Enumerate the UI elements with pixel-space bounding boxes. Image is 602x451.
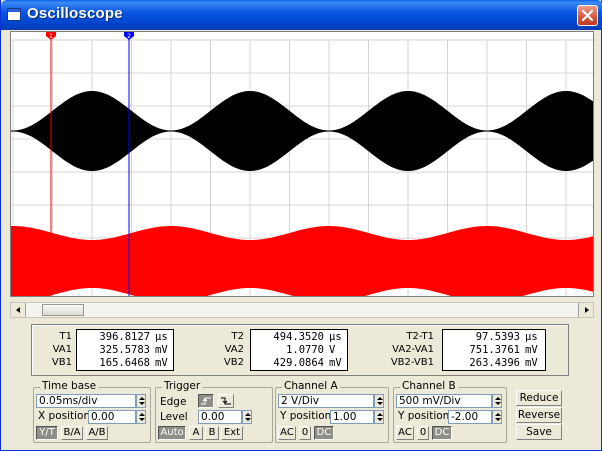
x-position-input[interactable]: 0.00 <box>88 410 136 424</box>
cursor-1-handle[interactable]: 1 <box>46 32 56 40</box>
scroll-left-button[interactable] <box>11 303 26 317</box>
t2-t1-label: T2-T1 <box>406 331 434 342</box>
vb2-unit: mV <box>329 357 342 369</box>
va2-va1-label: VA2-VA1 <box>392 344 434 355</box>
t2-t1-unit: µs <box>525 331 538 343</box>
channel-b-ypos-input[interactable]: -2.00 <box>448 410 492 424</box>
cursor-2-handle[interactable]: 2 <box>124 32 134 40</box>
level-input[interactable]: 0.00 <box>198 410 242 424</box>
rising-edge-icon <box>201 397 211 405</box>
reduce-button[interactable]: Reduce <box>516 390 562 406</box>
t2-t1-value: 97.5393 <box>475 331 520 343</box>
trigger-a-button[interactable]: A <box>189 426 203 440</box>
channel-b-dc-button[interactable]: DC <box>432 426 452 440</box>
time-scrollbar[interactable] <box>10 302 594 318</box>
scope-display[interactable]: 1 2 <box>10 31 594 297</box>
channel-a-dc-button[interactable]: DC <box>314 426 334 440</box>
channel-a-ac-button[interactable]: AC <box>278 426 296 440</box>
falling-edge-button[interactable] <box>218 394 234 408</box>
t1-unit: µs <box>155 331 168 343</box>
t2-value: 494.3520 <box>273 331 324 343</box>
ba-mode-button[interactable]: B/A <box>61 426 83 440</box>
trigger-b-button[interactable]: B <box>205 426 219 440</box>
level-label: Level <box>160 411 188 423</box>
channel-b-scale-input[interactable]: 500 mV/Div <box>396 394 492 408</box>
readout-box-3: 97.5393 µs 751.3761 mV 263.4396 mV <box>442 329 546 371</box>
timebase-title: Time base <box>40 380 99 392</box>
reverse-button[interactable]: Reverse <box>516 407 562 423</box>
channel-a-group: Channel A 2 V/Div Y position 1.00 AC 0 D… <box>275 380 389 443</box>
channel-a-title: Channel A <box>282 380 340 392</box>
window-title: Oscilloscope <box>27 5 123 22</box>
channel-b-scale-spinner[interactable] <box>492 394 502 408</box>
readout-box-2: 494.3520 µs 1.0770 V 429.0864 mV <box>250 329 348 371</box>
save-button[interactable]: Save <box>516 424 562 440</box>
va2-va1-unit: mV <box>525 344 538 356</box>
trigger-ext-button[interactable]: Ext <box>221 426 243 440</box>
vb2-label: VB2 <box>223 357 244 368</box>
x-position-label: X position <box>38 410 91 422</box>
timebase-input[interactable]: 0.05ms/div <box>36 394 136 408</box>
trigger-auto-button[interactable]: Auto <box>158 426 186 440</box>
t2-unit: µs <box>329 331 342 343</box>
cursor-2-label: 2 <box>127 33 131 40</box>
va1-value: 325.5783 <box>99 344 150 356</box>
va1-label: VA1 <box>52 344 72 355</box>
channel-a-ypos-spinner[interactable] <box>374 410 384 424</box>
rising-edge-button[interactable] <box>198 394 214 408</box>
falling-edge-icon <box>221 397 231 405</box>
t2-label: T2 <box>231 331 244 342</box>
va2-unit: V <box>329 344 336 356</box>
scroll-right-button[interactable] <box>578 303 593 317</box>
channel-b-ypos-label: Y position <box>398 410 450 422</box>
close-icon <box>582 10 593 21</box>
window-icon <box>7 8 21 21</box>
vb2-vb1-value: 263.4396 <box>469 357 520 369</box>
vb1-label: VB1 <box>51 357 72 368</box>
timebase-spinner[interactable] <box>136 394 146 408</box>
vb2-value: 429.0864 <box>273 357 324 369</box>
level-spinner[interactable] <box>242 410 252 424</box>
vb2-vb1-unit: mV <box>525 357 538 369</box>
timebase-group: Time base 0.05ms/div X position 0.00 Y/T… <box>33 380 151 443</box>
channel-a-zero-button[interactable]: 0 <box>299 426 311 440</box>
channel-a-ypos-input[interactable]: 1.00 <box>330 410 374 424</box>
channel-b-group: Channel B 500 mV/Div Y position -2.00 AC… <box>393 380 507 443</box>
va1-unit: mV <box>155 344 168 356</box>
scrollbar-thumb[interactable] <box>42 304 84 316</box>
vb1-unit: mV <box>155 357 168 369</box>
trigger-title: Trigger <box>162 380 203 392</box>
vb1-value: 165.6468 <box>99 357 150 369</box>
arrow-right-icon <box>585 307 589 313</box>
channel-b-ypos-spinner[interactable] <box>492 410 502 424</box>
oscilloscope-window: Oscilloscope 1 2 T1 VA1 VB1 396.8127 µs … <box>0 0 602 451</box>
cursor-1-label: 1 <box>49 33 53 40</box>
measurement-readout: T1 VA1 VB1 396.8127 µs 325.5783 mV 165.646… <box>31 324 569 376</box>
channel-b-ac-button[interactable]: AC <box>396 426 414 440</box>
readout-box-1: 396.8127 µs 325.5783 mV 165.6468 mV <box>76 329 174 371</box>
title-bar: Oscilloscope <box>1 0 602 30</box>
arrow-left-icon <box>16 307 20 313</box>
x-position-spinner[interactable] <box>136 410 146 424</box>
vb2-vb1-label: VB2-VB1 <box>390 357 434 368</box>
channel-a-waveform <box>11 91 593 171</box>
yt-mode-button[interactable]: Y/T <box>36 426 58 440</box>
channel-a-scale-spinner[interactable] <box>374 394 384 408</box>
ab-mode-button[interactable]: A/B <box>86 426 108 440</box>
waveform-screen[interactable]: 1 2 <box>11 32 593 296</box>
close-button[interactable] <box>577 5 598 26</box>
va2-va1-value: 751.3761 <box>469 344 520 356</box>
va2-label: VA2 <box>224 344 244 355</box>
trigger-group: Trigger Edge Level 0.00 Auto A B Ext <box>155 380 273 443</box>
channel-a-ypos-label: Y position <box>280 410 332 422</box>
t1-value: 396.8127 <box>99 331 150 343</box>
channel-b-waveform <box>11 226 593 296</box>
channel-a-scale-input[interactable]: 2 V/Div <box>278 394 374 408</box>
channel-b-zero-button[interactable]: 0 <box>417 426 429 440</box>
va2-value: 1.0770 <box>286 344 324 356</box>
edge-label: Edge <box>160 396 187 408</box>
t1-label: T1 <box>59 331 72 342</box>
channel-b-title: Channel B <box>400 380 458 392</box>
